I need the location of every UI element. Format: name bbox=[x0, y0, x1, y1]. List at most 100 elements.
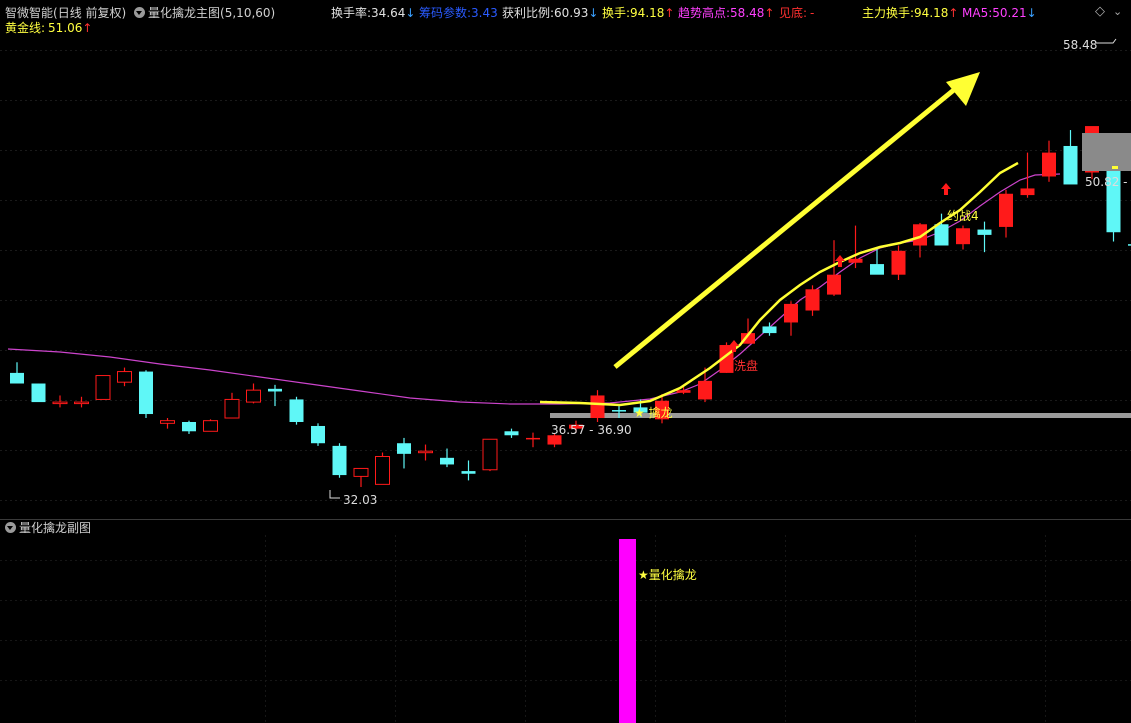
chevron-down-icon[interactable]: ⌄ bbox=[1113, 5, 1122, 19]
candle-body bbox=[10, 372, 24, 384]
collapse-icon[interactable] bbox=[5, 522, 16, 533]
bottom-readout: 见底: - bbox=[779, 6, 815, 20]
qinlong-signal-label: ★ 擒龙 bbox=[634, 406, 673, 420]
trend-arrow-shaft bbox=[613, 87, 957, 369]
candle-body bbox=[848, 258, 863, 263]
gold-line-readout: 黄金线: 51.06↑ bbox=[5, 21, 93, 35]
candle[interactable] bbox=[10, 362, 24, 384]
candle[interactable] bbox=[139, 370, 153, 419]
hand-readout: 换手:94.18↑ bbox=[602, 6, 675, 20]
candle-body bbox=[870, 264, 884, 275]
ma-long-line bbox=[7, 173, 1061, 405]
signal-label: ★量化擒龙 bbox=[638, 568, 697, 582]
candle[interactable] bbox=[117, 367, 132, 387]
arrow-up-marker bbox=[941, 183, 951, 195]
candle[interactable] bbox=[891, 245, 906, 281]
sub-panel-header: 量化擒龙副图 bbox=[5, 521, 91, 535]
candle[interactable] bbox=[1042, 140, 1056, 182]
xipan-label: 洗盘 bbox=[734, 359, 759, 373]
candle-body bbox=[762, 326, 777, 334]
indicator-name[interactable]: 量化擒龙主图 bbox=[148, 6, 220, 20]
main-hand-readout: 主力换手:94.18↑ bbox=[862, 6, 959, 20]
arrow-up-icon: ↑ bbox=[82, 21, 93, 35]
candle-body bbox=[676, 390, 691, 393]
candle[interactable] bbox=[246, 383, 261, 404]
candle[interactable] bbox=[353, 467, 369, 488]
indicator-params: (5,10,60) bbox=[220, 6, 276, 20]
candle[interactable] bbox=[182, 420, 196, 434]
candle[interactable] bbox=[52, 395, 68, 408]
candle-body bbox=[397, 443, 411, 454]
candle[interactable] bbox=[268, 384, 282, 407]
candle[interactable] bbox=[224, 392, 240, 419]
candle[interactable] bbox=[440, 448, 454, 468]
candle[interactable] bbox=[848, 225, 863, 269]
candle-body bbox=[461, 471, 476, 474]
candle-body bbox=[612, 410, 626, 412]
candle[interactable] bbox=[397, 437, 411, 469]
candle[interactable] bbox=[956, 225, 970, 250]
trend-high-readout: 趋势高点:58.48↑ bbox=[678, 6, 775, 20]
candle[interactable] bbox=[375, 452, 390, 485]
candle-body bbox=[526, 437, 540, 440]
candle[interactable] bbox=[289, 396, 304, 425]
candle[interactable] bbox=[482, 438, 498, 472]
candle-body bbox=[224, 398, 240, 419]
candle[interactable] bbox=[418, 444, 433, 461]
candle[interactable] bbox=[784, 301, 798, 336]
candle[interactable] bbox=[31, 383, 46, 403]
candle[interactable] bbox=[762, 322, 777, 336]
candle-body bbox=[827, 274, 841, 295]
candle[interactable] bbox=[332, 443, 347, 478]
candle[interactable] bbox=[203, 419, 218, 432]
candle-body bbox=[182, 421, 196, 432]
candle[interactable] bbox=[504, 428, 519, 438]
arrow-up-icon: ↑ bbox=[948, 6, 959, 20]
candle[interactable] bbox=[74, 396, 89, 408]
candle-body bbox=[353, 467, 369, 477]
candle-body bbox=[203, 420, 218, 432]
gray-block bbox=[1082, 133, 1131, 171]
diamond-icon[interactable]: ◇ bbox=[1095, 5, 1105, 19]
candle[interactable] bbox=[590, 390, 605, 422]
sub-panel-title[interactable]: 量化擒龙副图 bbox=[19, 521, 91, 535]
candle-body bbox=[784, 303, 798, 323]
candle-body bbox=[1063, 145, 1078, 185]
high-leader bbox=[1096, 38, 1117, 44]
stock-name: 智微智能 bbox=[5, 6, 54, 20]
candle-body bbox=[698, 380, 712, 400]
candle[interactable] bbox=[311, 423, 325, 446]
high-price-label: 58.48 bbox=[1063, 38, 1098, 52]
candle-body bbox=[52, 401, 68, 405]
candle[interactable] bbox=[913, 222, 927, 258]
candle[interactable] bbox=[805, 285, 820, 316]
collapse-icon[interactable] bbox=[134, 7, 146, 18]
candle[interactable] bbox=[1063, 130, 1078, 185]
turnover-readout: 换手率:34.64↓ bbox=[331, 6, 416, 20]
low-price-label: 32.03 bbox=[343, 493, 378, 507]
candle[interactable] bbox=[461, 460, 476, 481]
candle-body bbox=[590, 395, 605, 419]
profit-readout: 获利比例:60.93↓ bbox=[502, 6, 599, 20]
candle[interactable] bbox=[1020, 152, 1035, 198]
ma-gold-line bbox=[539, 161, 1019, 407]
kline-chart[interactable] bbox=[0, 0, 1131, 723]
candle-body bbox=[31, 383, 46, 403]
arrow-down-icon: ↓ bbox=[588, 6, 599, 20]
candle-body bbox=[311, 425, 325, 444]
candle-body bbox=[977, 229, 992, 235]
candle-body bbox=[268, 388, 282, 392]
candle-body bbox=[956, 228, 970, 245]
candle[interactable] bbox=[160, 418, 175, 429]
candle[interactable] bbox=[999, 189, 1013, 238]
ma5-readout: MA5:50.21↓ bbox=[962, 6, 1037, 20]
yuezhan-label: 约战4 bbox=[947, 209, 979, 223]
candle[interactable] bbox=[977, 221, 992, 253]
gold-dot bbox=[1112, 166, 1118, 169]
candle-body bbox=[418, 450, 433, 454]
candle-body bbox=[891, 250, 906, 275]
candle-body bbox=[504, 431, 519, 436]
chip-readout: 筹码参数:3.43 bbox=[419, 6, 498, 20]
candle[interactable] bbox=[526, 432, 540, 448]
candle[interactable] bbox=[95, 375, 111, 400]
